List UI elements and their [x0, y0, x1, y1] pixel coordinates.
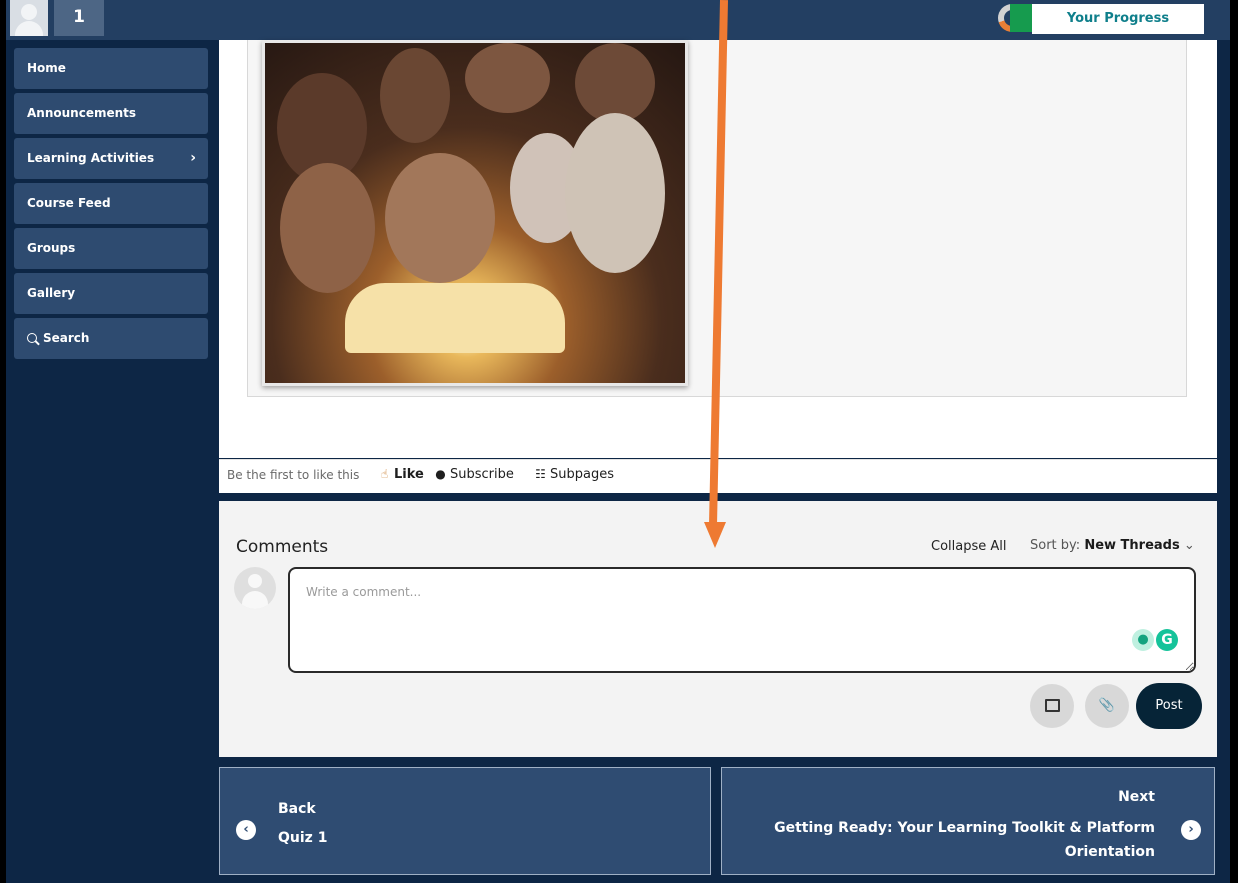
- grammarly-suggestion-icon[interactable]: ●: [1132, 629, 1154, 651]
- post-button[interactable]: Post: [1136, 683, 1202, 729]
- sort-value: New Threads: [1084, 538, 1180, 553]
- thumbs-up-icon: ☝: [380, 467, 389, 481]
- sidebar-item-label: Announcements: [27, 106, 137, 120]
- next-navigation-card[interactable]: Next Getting Ready: Your Learning Toolki…: [721, 767, 1215, 875]
- avatar-body: [15, 21, 43, 36]
- back-subtitle: Quiz 1: [278, 830, 328, 846]
- sidebar-item-groups[interactable]: Groups: [14, 228, 208, 269]
- globe-icon: ●: [435, 467, 446, 481]
- sitemap-icon: ☷: [535, 467, 546, 481]
- sidebar-item-label: Home: [27, 61, 66, 75]
- sidebar-item-label: Search: [43, 331, 90, 345]
- sidebar-item-course-feed[interactable]: Course Feed: [14, 183, 208, 224]
- annotation-arrow-head: [704, 522, 726, 548]
- sort-label: Sort by:: [1030, 538, 1081, 553]
- your-progress-button[interactable]: Your Progress: [1032, 4, 1204, 34]
- user-avatar[interactable]: [10, 0, 48, 36]
- person-figure: [465, 43, 550, 113]
- top-bar: 1 Your Progress: [6, 0, 1230, 40]
- back-navigation-card[interactable]: ‹ Back Quiz 1: [219, 767, 711, 875]
- subpages-button[interactable]: ☷ Subpages: [534, 467, 614, 482]
- person-figure: [380, 48, 450, 143]
- search-icon: [27, 333, 37, 343]
- progress-widget[interactable]: Your Progress: [996, 0, 1216, 36]
- sidebar-item-search[interactable]: Search: [14, 318, 208, 359]
- sort-dropdown[interactable]: Sort by: New Threads ⌄: [1030, 538, 1195, 553]
- comments-heading: Comments: [236, 537, 329, 557]
- sidebar-item-label: Gallery: [27, 286, 76, 300]
- likes-status: Be the first to like this: [227, 468, 360, 482]
- avatar-head: [21, 4, 37, 20]
- grammarly-icon[interactable]: G: [1156, 629, 1178, 651]
- sidebar-item-label: Groups: [27, 241, 76, 255]
- sidebar-item-label: Course Feed: [27, 196, 111, 210]
- like-button[interactable]: ☝ Like: [378, 467, 424, 482]
- next-title: Next: [1118, 789, 1155, 805]
- paperclip-icon: 📎: [1098, 698, 1116, 713]
- progress-indicator: [1010, 4, 1032, 32]
- person-figure: [280, 163, 375, 293]
- image-icon: [1044, 699, 1060, 712]
- notification-badge[interactable]: 1: [54, 0, 104, 36]
- app-frame: 1 Your Progress Home Announcements Learn…: [6, 0, 1230, 883]
- person-figure: [565, 113, 665, 273]
- person-figure: [385, 153, 495, 283]
- sidebar-item-gallery[interactable]: Gallery: [14, 273, 208, 314]
- collapse-all-button[interactable]: Collapse All: [931, 539, 1007, 554]
- sidebar: Home Announcements Learning Activities › …: [6, 48, 210, 363]
- like-label: Like: [394, 467, 424, 482]
- subscribe-label: Subscribe: [450, 467, 514, 482]
- commenter-avatar: [234, 567, 276, 609]
- attach-file-button[interactable]: 📎: [1085, 684, 1129, 728]
- chevron-right-icon: ›: [1181, 820, 1201, 840]
- sidebar-item-learning-activities[interactable]: Learning Activities ›: [14, 138, 208, 179]
- sidebar-item-announcements[interactable]: Announcements: [14, 93, 208, 134]
- chevron-down-icon: ⌄: [1183, 538, 1195, 553]
- chevron-right-icon: ›: [190, 150, 196, 166]
- sidebar-item-label: Learning Activities: [27, 151, 155, 165]
- subscribe-button[interactable]: ● Subscribe: [434, 467, 514, 482]
- back-title: Back: [278, 801, 316, 817]
- family-reading-image[interactable]: [262, 40, 688, 386]
- subpages-label: Subpages: [550, 467, 614, 482]
- chevron-left-icon: ‹: [236, 820, 256, 840]
- next-subtitle: Getting Ready: Your Learning Toolkit & P…: [774, 820, 1155, 860]
- person-figure: [575, 43, 655, 123]
- avatar-body: [242, 591, 268, 609]
- comment-input[interactable]: [288, 567, 1196, 673]
- avatar-head: [248, 574, 262, 588]
- insert-image-button[interactable]: [1030, 684, 1074, 728]
- glowing-book: [345, 283, 565, 353]
- sidebar-item-home[interactable]: Home: [14, 48, 208, 89]
